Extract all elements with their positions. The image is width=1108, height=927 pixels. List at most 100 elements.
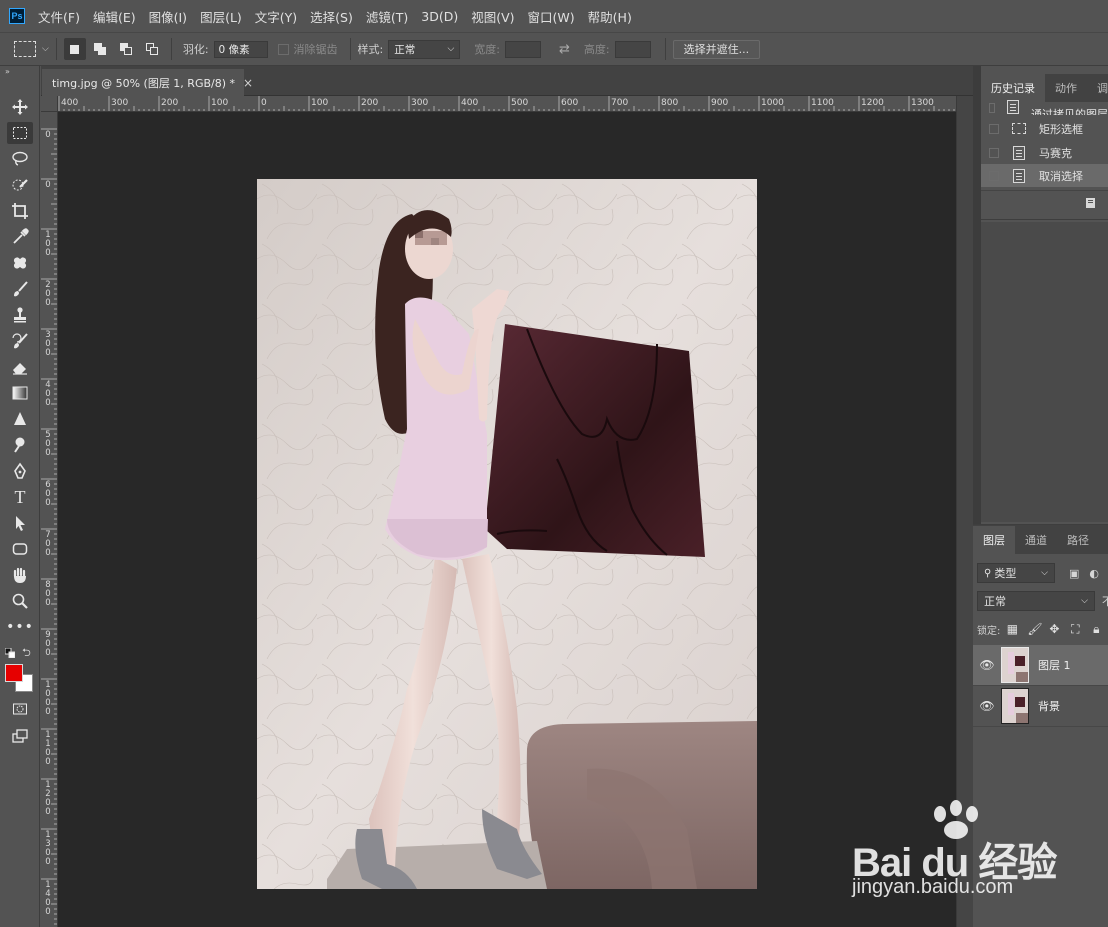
tab-history[interactable]: 历史记录 — [981, 74, 1045, 102]
filter-adjustment-layers-icon[interactable]: ◐ — [1089, 567, 1099, 580]
pen-tool-icon[interactable] — [7, 460, 33, 482]
select-and-mask-button[interactable]: 选择并遮住... — [672, 39, 761, 59]
brush-tool-icon[interactable] — [7, 278, 33, 300]
healing-brush-tool-icon[interactable] — [7, 252, 33, 274]
width-input[interactable] — [504, 40, 541, 58]
move-tool-icon[interactable] — [7, 96, 33, 118]
history-item[interactable]: 马赛克 — [981, 141, 1108, 164]
ruler-label: 300 — [411, 98, 429, 108]
height-input[interactable] — [614, 40, 651, 58]
visibility-eye-icon[interactable]: 👁︎ — [973, 699, 1001, 713]
history-snapshot-checkbox[interactable] — [989, 123, 999, 134]
rectangular-marquee-tool-icon[interactable] — [7, 122, 33, 144]
feather-input[interactable]: 0 像素 — [213, 40, 268, 58]
tab-paths[interactable]: 路径 — [1057, 526, 1099, 554]
layer-filter-select[interactable]: ⚲ 类型 ⌵ — [977, 563, 1055, 583]
rectangle-tool-icon[interactable] — [7, 538, 33, 560]
tool-preset-marquee-icon[interactable] — [14, 41, 36, 57]
ruler-label: 0 — [45, 180, 51, 190]
menu-3d[interactable]: 3D(D) — [421, 9, 458, 24]
history-snapshot-checkbox[interactable] — [989, 147, 999, 158]
new-selection-icon — [70, 44, 80, 54]
close-icon[interactable]: × — [243, 76, 253, 90]
blend-mode-select[interactable]: 正常 ⌵ — [977, 591, 1095, 611]
more-tools-icon[interactable]: ••• — [6, 616, 33, 638]
menu-layer[interactable]: 图层(L) — [200, 7, 242, 26]
document-tab[interactable]: timg.jpg @ 50% (图层 1, RGB/8) * × — [42, 69, 253, 96]
path-selection-tool-icon[interactable] — [7, 512, 33, 534]
layer-row[interactable]: 👁︎ 图层 1 — [973, 645, 1108, 686]
collapse-toolbar-icon[interactable]: » — [0, 66, 39, 78]
subtract-selection-button[interactable] — [116, 38, 138, 60]
menu-select[interactable]: 选择(S) — [310, 7, 353, 26]
tab-layers[interactable]: 图层 — [973, 526, 1015, 554]
intersect-selection-button[interactable] — [142, 38, 164, 60]
lock-all-icon[interactable]: 🔒︎ — [1090, 622, 1102, 637]
menu-filter[interactable]: 滤镜(T) — [366, 7, 408, 26]
antialias-checkbox[interactable] — [277, 43, 289, 55]
chevron-down-icon[interactable]: ⌵ — [42, 44, 49, 54]
history-snapshot-checkbox[interactable] — [989, 170, 999, 181]
blend-mode-row: 正常 ⌵ 不 — [977, 591, 1108, 611]
feather-label: 羽化: — [182, 43, 209, 56]
history-item[interactable]: 矩形选框 — [981, 117, 1108, 140]
lock-row: 锁定: ▦ 🖌︎ ✥ ⛶ 🔒︎ — [977, 619, 1108, 639]
eyedropper-tool-icon[interactable] — [7, 226, 33, 248]
history-snapshot-checkbox[interactable] — [989, 103, 995, 113]
document-icon — [1011, 145, 1027, 161]
style-select-value: 正常 — [394, 43, 416, 56]
visibility-eye-icon[interactable]: 👁︎ — [973, 658, 1001, 672]
menu-view[interactable]: 视图(V) — [471, 7, 514, 26]
layer-row[interactable]: 👁︎ 背景 — [973, 686, 1108, 727]
history-item[interactable]: 通过拷贝的图层 — [981, 99, 1108, 115]
hand-tool-icon[interactable] — [7, 564, 33, 586]
ruler-label: 1100 — [45, 730, 51, 767]
quick-selection-tool-icon[interactable] — [7, 174, 33, 196]
history-item-label: 通过拷贝的图层 — [1031, 108, 1108, 115]
crop-tool-icon[interactable] — [7, 200, 33, 222]
prevent-autonest-icon[interactable]: ⛶ — [1069, 622, 1081, 637]
history-footer — [981, 190, 1108, 214]
swap-dimensions-icon[interactable]: ⇄ — [559, 42, 570, 57]
blur-tool-icon[interactable] — [7, 408, 33, 430]
history-item[interactable]: 取消选择 — [981, 164, 1108, 187]
zoom-tool-icon[interactable] — [7, 590, 33, 612]
lock-position-icon[interactable]: ✥ — [1048, 622, 1060, 636]
layer-filter-row: ⚲ 类型 ⌵ ▣ ◐ — [977, 563, 1099, 583]
ruler-label: 300 — [111, 98, 129, 108]
menu-help[interactable]: 帮助(H) — [588, 7, 632, 26]
tab-adjustments[interactable]: 调 — [1087, 74, 1108, 102]
clone-stamp-tool-icon[interactable] — [7, 304, 33, 326]
ruler-origin[interactable] — [41, 96, 58, 112]
tab-channels[interactable]: 通道 — [1015, 526, 1057, 554]
lock-transparency-icon[interactable]: ▦ — [1006, 622, 1018, 636]
ruler-label: 100 — [211, 98, 229, 108]
eraser-tool-icon[interactable] — [7, 356, 33, 378]
document-tab-bar: timg.jpg @ 50% (图层 1, RGB/8) * × — [41, 66, 973, 96]
tab-actions[interactable]: 动作 — [1045, 74, 1087, 102]
new-selection-button[interactable] — [63, 38, 86, 60]
history-brush-tool-icon[interactable] — [7, 330, 33, 352]
menu-type[interactable]: 文字(Y) — [255, 7, 297, 26]
style-select[interactable]: 正常 ⌵ — [388, 39, 461, 59]
add-selection-button[interactable] — [90, 38, 112, 60]
menu-edit[interactable]: 编辑(E) — [93, 7, 136, 26]
gradient-tool-icon[interactable] — [7, 382, 33, 404]
filter-pixel-layers-icon[interactable]: ▣ — [1069, 567, 1079, 580]
swap-colors-icon[interactable]: ⮌ — [22, 644, 31, 663]
lock-image-pixels-icon[interactable]: 🖌︎ — [1027, 622, 1042, 636]
default-colors-icon[interactable] — [4, 647, 16, 659]
new-document-from-state-icon[interactable] — [1084, 197, 1098, 209]
canvas-area[interactable] — [58, 112, 956, 927]
quick-mask-icon[interactable] — [7, 698, 33, 720]
screen-mode-icon[interactable] — [7, 725, 33, 747]
type-tool-icon[interactable]: T — [7, 486, 33, 508]
menu-window[interactable]: 窗口(W) — [528, 7, 575, 26]
menu-file[interactable]: 文件(F) — [38, 7, 80, 26]
history-item-label: 马赛克 — [1039, 146, 1072, 160]
dodge-tool-icon[interactable] — [7, 434, 33, 456]
foreground-color-swatch[interactable] — [5, 664, 23, 682]
lasso-tool-icon[interactable] — [7, 148, 33, 170]
document-image[interactable] — [257, 179, 757, 889]
menu-image[interactable]: 图像(I) — [149, 7, 187, 26]
